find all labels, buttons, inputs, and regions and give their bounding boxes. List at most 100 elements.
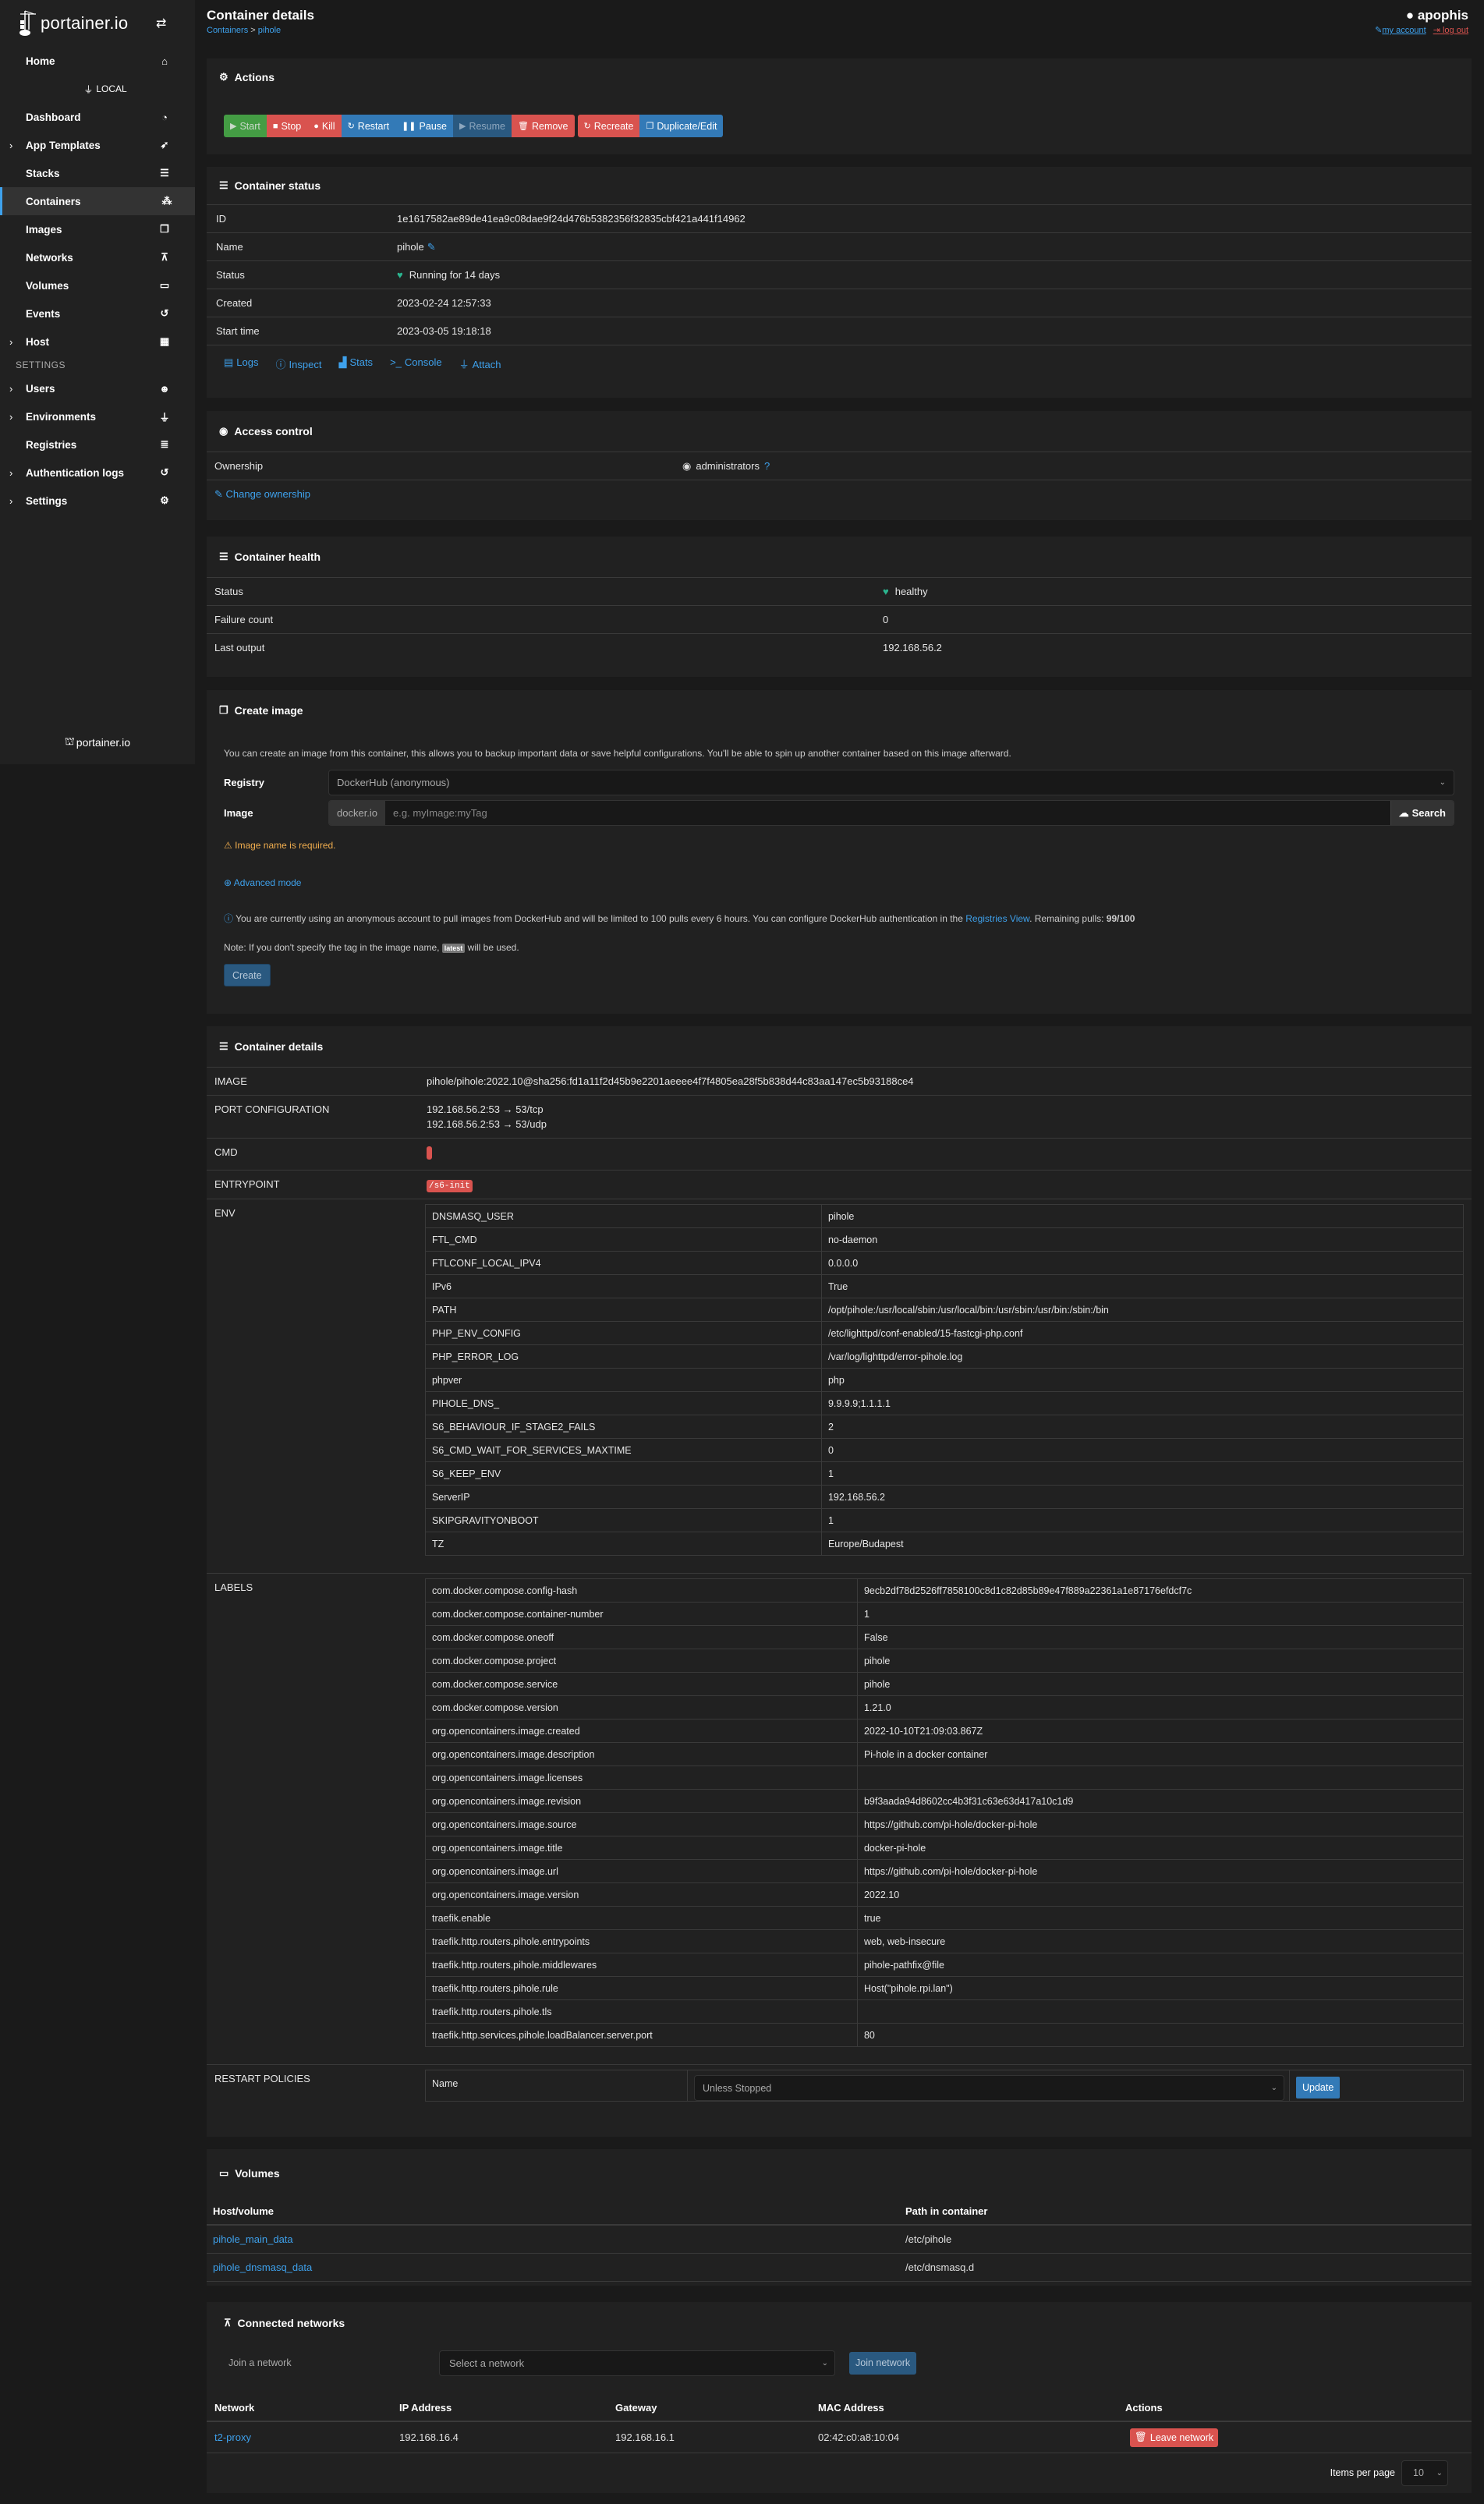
sidebar-item-dashboard[interactable]: Dashboard ◔ <box>0 103 195 131</box>
my-account-link[interactable]: my account <box>1382 26 1426 35</box>
breadcrumb-pihole[interactable]: pihole <box>258 26 281 35</box>
breadcrumb: Containers > pihole <box>207 26 281 35</box>
volume-link[interactable]: pihole_dnsmasq_data <box>213 2261 905 2273</box>
registries-view-link[interactable]: Registries View <box>965 913 1029 924</box>
label-row: com.docker.compose.project pihole <box>424 1649 1465 1673</box>
join-network-button[interactable]: Join network <box>849 2351 917 2375</box>
sidebar-item-networks[interactable]: Networks ⊼ <box>0 243 195 271</box>
image-link[interactable]: pihole/pihole:2022.10@sha256:fd1a11f2d45… <box>427 1075 1472 1087</box>
console-link[interactable]: >_ Console <box>390 356 442 371</box>
value: 2 <box>820 1415 1465 1439</box>
logo-text: portainer.io <box>41 13 129 33</box>
leave-network-button[interactable]: 🗑 Leave network <box>1130 2428 1219 2447</box>
value: php <box>820 1368 1465 1392</box>
key: DNSMASQ_USER <box>424 1204 822 1228</box>
container-status: Running for 14 days <box>409 269 501 281</box>
recreate-button[interactable]: ↻ Recreate <box>577 115 640 137</box>
sidebar-item-events[interactable]: Events ↺ <box>0 299 195 328</box>
key: com.docker.compose.project <box>424 1649 858 1673</box>
image-row: Image docker.io ☁Search <box>224 800 1454 826</box>
value: False <box>856 1625 1465 1649</box>
restart-policy-select[interactable]: Unless Stopped ⌄ <box>693 2075 1284 2101</box>
sidebar-item-host[interactable]: › Host ▦ <box>0 328 195 356</box>
search-button[interactable]: ☁ Search <box>1390 801 1454 825</box>
th-list-icon: ☰ <box>160 167 169 179</box>
logs-link[interactable]: ▤ Logs <box>224 356 259 371</box>
sidebar-toggle-icon[interactable]: ⇄ <box>156 16 166 31</box>
cubes-icon: ⁂ <box>161 195 172 207</box>
sidebar-item-volumes[interactable]: Volumes ▭ <box>0 271 195 299</box>
restart-button[interactable]: ↻ Restart <box>341 115 396 137</box>
value: 1 <box>820 1508 1465 1532</box>
value: 2022-10-10T21:09:03.867Z <box>856 1719 1465 1743</box>
volume-link[interactable]: pihole_main_data <box>213 2233 905 2245</box>
value: 1 <box>856 1602 1465 1626</box>
status-row-start: Start time 2023-03-05 19:18:18 <box>207 317 1472 345</box>
chevron-down-icon: ⌄ <box>1270 2084 1277 2092</box>
sidebar-item-images[interactable]: Images ❐ <box>0 215 195 243</box>
value: /var/log/lighttpd/error-pihole.log <box>820 1344 1465 1369</box>
cogs-icon: ⚙ <box>219 71 228 83</box>
pagination: Items per page 10 ⌄ <box>207 2453 1472 2492</box>
network-link[interactable]: t2-proxy <box>214 2431 399 2443</box>
plug-icon: ⏚ <box>159 411 170 423</box>
key: org.opencontainers.image.description <box>424 1742 858 1766</box>
resume-button[interactable]: ▶ Resume <box>452 115 512 137</box>
create-button[interactable]: Create <box>224 964 271 986</box>
pause-button[interactable]: ❚❚ Pause <box>395 115 453 137</box>
sidebar-item-app-templates[interactable]: › App Templates ➶ <box>0 131 195 159</box>
change-ownership-link[interactable]: ✎ Change ownership <box>214 488 310 501</box>
portainer-logo-icon <box>19 10 36 36</box>
terminal-icon: >_ <box>390 356 402 368</box>
sidebar-item-registries[interactable]: Registries ≣ <box>0 430 195 459</box>
tag-note: Note: If you don't specify the tag in th… <box>224 942 519 953</box>
volume-row: pihole_dnsmasq_data/etc/dnsmasq.d <box>207 2254 1472 2282</box>
sidebar-item-environments[interactable]: › Environments ⏚ <box>0 402 195 430</box>
health-status: healthy <box>894 586 928 597</box>
help-icon[interactable]: ? <box>764 460 770 472</box>
log-out-link[interactable]: ⇥ log out <box>1433 26 1468 35</box>
sidebar-item-authentication-logs[interactable]: › Authentication logs ↺ <box>0 459 195 487</box>
duplicate-edit-button[interactable]: ❐ Duplicate/Edit <box>639 115 724 137</box>
key: traefik.http.routers.pihole.middlewares <box>424 1953 858 1977</box>
sidebar-logo[interactable]: portainer.io ⇄ <box>0 0 195 47</box>
key: org.opencontainers.image.created <box>424 1719 858 1743</box>
advanced-mode-link[interactable]: ⊕ Advanced mode <box>224 877 1454 888</box>
sidebar-item-stacks[interactable]: Stacks ☰ <box>0 159 195 187</box>
items-per-page-select[interactable]: 10 ⌄ <box>1401 2460 1448 2486</box>
stats-link[interactable]: ▟ Stats <box>338 356 373 371</box>
label-row: com.docker.compose.version 1.21.0 <box>424 1695 1465 1720</box>
attach-link[interactable]: ⏚ Attach <box>459 356 501 371</box>
update-restart-policy-button[interactable]: Update <box>1295 2077 1341 2098</box>
stop-button[interactable]: ■ Stop <box>266 115 308 137</box>
value <box>856 1766 1465 1790</box>
registry-select[interactable]: DockerHub (anonymous) ⌄ <box>328 770 1454 795</box>
panel-title: Access control <box>234 425 313 437</box>
sidebar-item-home[interactable]: Home ⌂ <box>0 47 195 75</box>
sidebar-item-label: Containers <box>26 195 81 207</box>
remaining-pulls: 99/100 <box>1106 913 1135 924</box>
start-button[interactable]: ▶ Start <box>224 115 267 137</box>
edit-name-icon[interactable]: ✎ <box>427 241 436 253</box>
wrench-icon: ✎ <box>1375 26 1383 35</box>
env-row: PIHOLE_DNS_ 9.9.9.9;1.1.1.1 <box>424 1391 1465 1415</box>
env-row: IPv6 True <box>424 1274 1465 1298</box>
sidebar-item-users[interactable]: › Users ☻ <box>0 374 195 402</box>
network-select[interactable]: Select a network ⌄ <box>439 2350 835 2376</box>
remove-button[interactable]: 🗑 Remove <box>512 115 575 137</box>
sidebar-item-settings[interactable]: › Settings ⚙ <box>0 487 195 515</box>
value: 2022.10 <box>856 1882 1465 1907</box>
breadcrumb-containers[interactable]: Containers <box>207 26 248 35</box>
key: S6_BEHAVIOUR_IF_STAGE2_FAILS <box>424 1415 822 1439</box>
kill-button[interactable]: ● Kill <box>307 115 342 137</box>
value: https://github.com/pi-hole/docker-pi-hol… <box>856 1859 1465 1883</box>
sidebar-item-label: Home <box>26 55 55 67</box>
value: /opt/pihole:/usr/local/sbin:/usr/local/b… <box>820 1298 1465 1322</box>
inspect-link[interactable]: ⓘ Inspect <box>276 356 322 371</box>
chevron-down-icon: ⌄ <box>1439 778 1446 787</box>
labels-table: com.docker.compose.config-hash 9ecb2df78d… <box>424 1578 1465 2047</box>
key: com.docker.compose.container-number <box>424 1602 858 1626</box>
image-name-input[interactable] <box>385 801 1390 825</box>
sidebar-item-containers[interactable]: Containers ⁂ <box>0 187 195 215</box>
value: pihole-pathfix@file <box>856 1953 1465 1977</box>
